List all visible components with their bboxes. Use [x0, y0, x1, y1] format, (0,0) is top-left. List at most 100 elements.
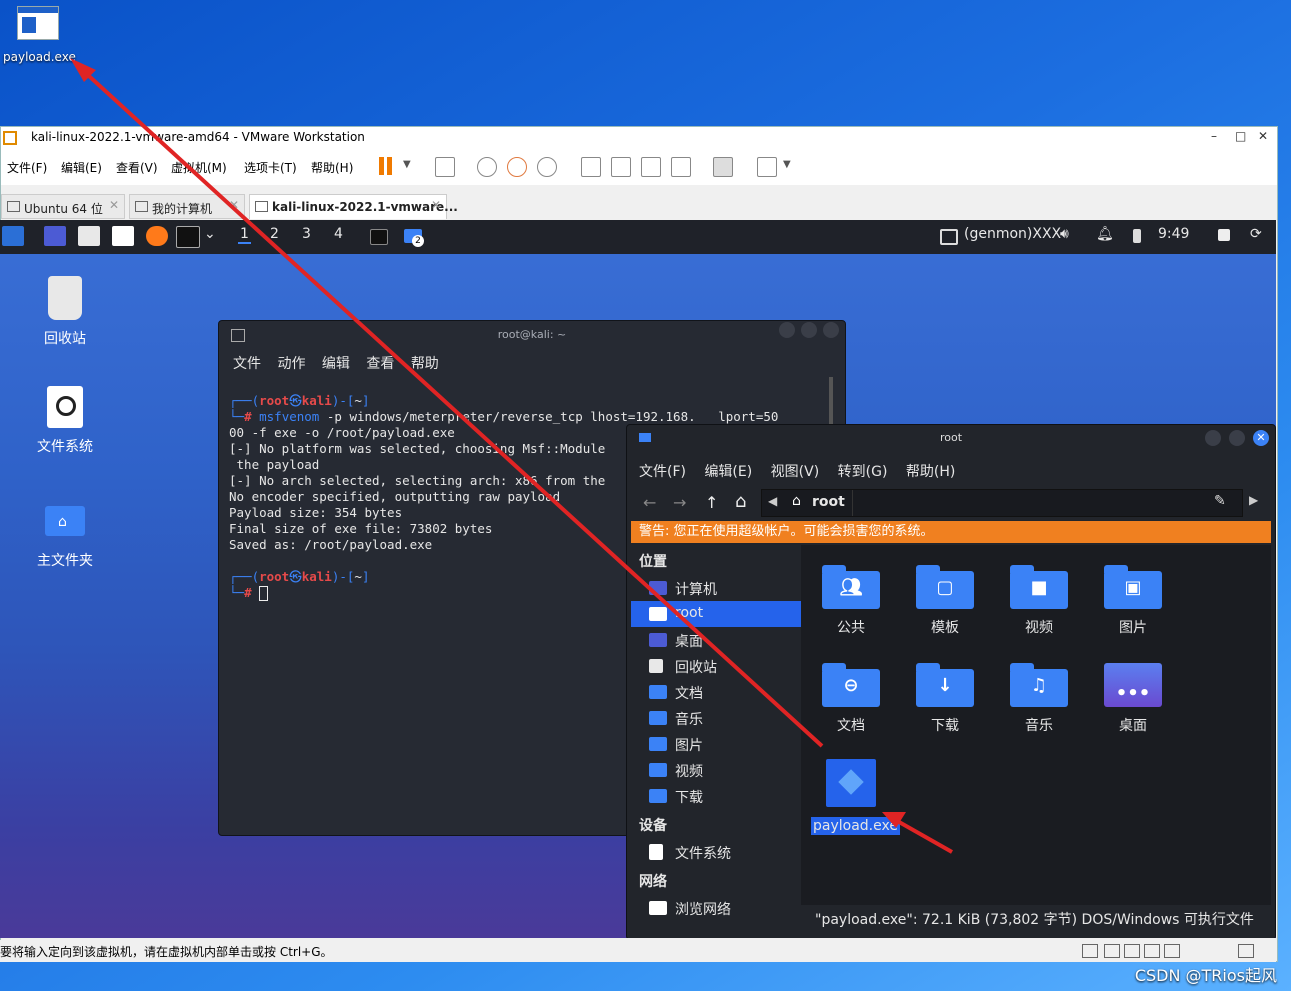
messages-icon[interactable] — [1238, 944, 1254, 958]
up-arrow-icon[interactable]: ↑ — [705, 493, 718, 512]
fm-menu-go[interactable]: 转到(G) — [838, 464, 888, 480]
menu-vm[interactable]: 虚拟机(M) — [171, 159, 227, 176]
folder-item-documents[interactable]: ⊖ 文档 — [811, 663, 891, 735]
file-manager-icon[interactable] — [78, 226, 100, 246]
workspace-4[interactable]: 4 — [334, 226, 343, 242]
cdrom-status-icon[interactable] — [1104, 944, 1120, 958]
path-left-chevron-icon[interactable]: ◀ — [768, 494, 777, 508]
close-button[interactable] — [823, 322, 839, 338]
firefox-icon[interactable] — [146, 226, 168, 246]
network-status-icon[interactable] — [1124, 944, 1140, 958]
kali-menu-icon[interactable] — [2, 226, 24, 246]
sidebar-item-pictures[interactable]: 图片 — [631, 731, 801, 757]
terminal-menu-help[interactable]: 帮助 — [411, 356, 439, 372]
folder-item-templates[interactable]: ▢ 模板 — [905, 565, 985, 637]
close-tab-icon[interactable]: ✕ — [109, 198, 119, 212]
text-editor-icon[interactable] — [112, 226, 134, 246]
library-icon[interactable] — [581, 157, 601, 177]
back-arrow-icon[interactable]: ← — [643, 493, 656, 512]
file-item-payload-exe[interactable]: payload.exe — [811, 759, 900, 835]
forward-arrow-icon[interactable]: → — [673, 493, 686, 512]
lock-icon[interactable] — [1218, 229, 1230, 241]
desktop-icon-home[interactable]: ⌂ 主文件夹 — [30, 502, 100, 570]
sound-status-icon[interactable] — [1164, 944, 1180, 958]
thumbnail-icon[interactable] — [611, 157, 631, 177]
minimize-icon[interactable]: – — [1211, 129, 1217, 143]
sidebar-item-music[interactable]: 音乐 — [631, 705, 801, 731]
fm-file-view[interactable]: 👥︎ 公共 ▢ 模板 ■ 视频 ▣ 图片 ⊖ 文档 ↓ 下载 ♫ 音乐 ••• … — [801, 545, 1271, 905]
host-desktop-icon-payload[interactable]: payload.exe — [0, 0, 76, 70]
edit-path-icon[interactable]: ✎ — [1214, 493, 1226, 509]
sidebar-item-downloads[interactable]: 下载 — [631, 783, 801, 809]
folder-item-pictures[interactable]: ▣ 图片 — [1093, 565, 1173, 637]
menu-tabs[interactable]: 选项卡(T) — [244, 159, 297, 176]
workspace-2[interactable]: 2 — [270, 226, 279, 242]
close-icon[interactable]: ✕ — [1258, 129, 1268, 143]
sidebar-item-videos[interactable]: 视频 — [631, 757, 801, 783]
show-desktop-icon[interactable] — [44, 226, 66, 246]
file-manager-window[interactable]: root ✕ 文件(F) 编辑(E) 视图(V) 转到(G) 帮助(H) ← →… — [626, 424, 1276, 938]
fullscreen-icon[interactable] — [641, 157, 661, 177]
sidebar-item-computer[interactable]: 计算机 — [631, 575, 801, 601]
menu-view[interactable]: 查看(V) — [116, 159, 158, 176]
volume-icon[interactable]: 🔊︎ — [1060, 226, 1069, 242]
folder-item-downloads[interactable]: ↓ 下载 — [905, 663, 985, 735]
stretch-icon[interactable] — [757, 157, 777, 177]
folder-item-desktop[interactable]: ••• 桌面 — [1093, 663, 1173, 735]
chevron-down-icon[interactable]: ⌄ — [204, 226, 216, 242]
fm-menu-view[interactable]: 视图(V) — [771, 464, 820, 480]
sidebar-item-filesystem[interactable]: 文件系统 — [631, 839, 801, 865]
minimize-button[interactable] — [1205, 430, 1221, 446]
path-right-chevron-icon[interactable]: ▶ — [1249, 493, 1258, 507]
folder-item-videos[interactable]: ■ 视频 — [999, 565, 1079, 637]
desktop-icon-filesystem[interactable]: 文件系统 — [30, 386, 100, 456]
terminal-menu-actions[interactable]: 动作 — [277, 356, 305, 372]
battery-icon[interactable] — [1133, 229, 1141, 243]
fm-menu-file[interactable]: 文件(F) — [639, 464, 686, 480]
power-icon[interactable]: ⟳ — [1250, 226, 1262, 242]
pause-icon[interactable] — [379, 157, 384, 175]
workspace-1[interactable]: 1 — [238, 226, 251, 244]
path-segment-root[interactable]: root — [812, 494, 845, 510]
tab-my-computer[interactable]: 我的计算机 ✕ — [129, 194, 245, 219]
sidebar-item-browse-network[interactable]: 浏览网络 — [631, 895, 801, 921]
maximize-icon[interactable]: □ — [1235, 129, 1246, 143]
notification-bell-icon[interactable]: 🔔︎ — [1096, 226, 1114, 242]
chevron-down-icon[interactable]: ▼ — [783, 159, 791, 170]
tab-kali[interactable]: kali-linux-2022.1-vmware... ✕ — [249, 194, 458, 219]
fm-menu-help[interactable]: 帮助(H) — [906, 464, 955, 480]
send-keys-icon[interactable] — [435, 157, 455, 177]
minimize-button[interactable] — [779, 322, 795, 338]
desktop-icon-trash[interactable]: 回收站 — [30, 276, 100, 348]
display-icon[interactable] — [940, 229, 958, 245]
close-tab-icon[interactable]: ✕ — [229, 198, 239, 212]
hdd-status-icon[interactable] — [1082, 944, 1098, 958]
close-tab-icon[interactable]: ✕ — [431, 198, 441, 212]
sidebar-item-trash[interactable]: 回收站 — [631, 653, 801, 679]
sidebar-item-documents[interactable]: 文档 — [631, 679, 801, 705]
console-icon[interactable] — [713, 157, 733, 177]
terminal-menu-file[interactable]: 文件 — [233, 356, 261, 372]
terminal-icon[interactable] — [176, 226, 200, 248]
maximize-button[interactable] — [1229, 430, 1245, 446]
unity-icon[interactable] — [671, 157, 691, 177]
close-button[interactable]: ✕ — [1253, 430, 1269, 446]
revert-snapshot-icon[interactable] — [507, 157, 527, 177]
snapshot-manager-icon[interactable] — [537, 157, 557, 177]
taskbar-terminal-icon[interactable] — [370, 229, 388, 245]
chevron-down-icon[interactable]: ▼ — [403, 159, 411, 170]
sidebar-item-desktop[interactable]: 桌面 — [631, 627, 801, 653]
sidebar-item-root[interactable]: root — [631, 601, 801, 627]
menu-help[interactable]: 帮助(H) — [311, 159, 353, 176]
terminal-menu-view[interactable]: 查看 — [366, 356, 394, 372]
path-bar[interactable]: ◀ ⌂ root ✎ — [761, 489, 1243, 517]
menu-file[interactable]: 文件(F) — [7, 159, 47, 176]
fm-menu-edit[interactable]: 编辑(E) — [704, 464, 752, 480]
kali-guest-screen[interactable]: ⌄ 1 2 3 4 2 (genmon)XXX 🔊︎ 🔔︎ 9:49 ⟳ 回收站… — [0, 220, 1276, 938]
usb-status-icon[interactable] — [1144, 944, 1160, 958]
workspace-3[interactable]: 3 — [302, 226, 311, 242]
folder-item-music[interactable]: ♫ 音乐 — [999, 663, 1079, 735]
folder-item-public[interactable]: 👥︎ 公共 — [811, 565, 891, 637]
menu-edit[interactable]: 编辑(E) — [61, 159, 102, 176]
maximize-button[interactable] — [801, 322, 817, 338]
